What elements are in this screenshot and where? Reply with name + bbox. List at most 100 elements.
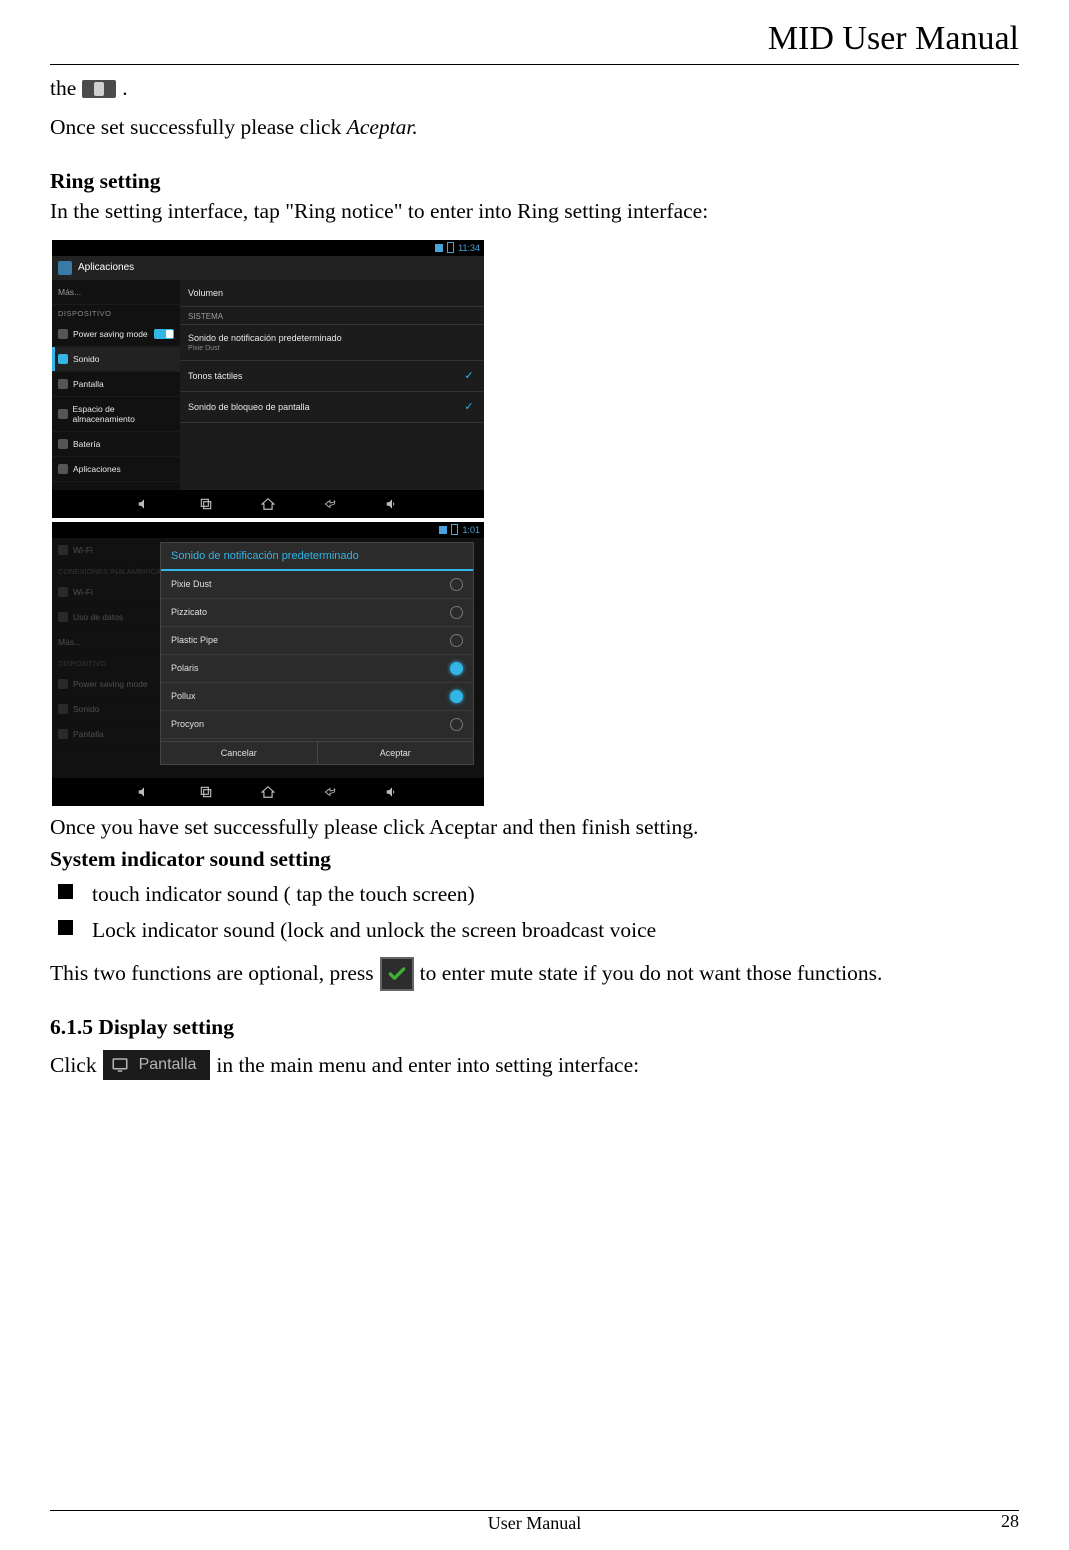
text-ring-desc: In the setting interface, tap "Ring noti… — [50, 196, 1019, 227]
sidebar-label: Más... — [58, 287, 81, 297]
radio-icon[interactable] — [450, 690, 463, 703]
heading-system-indicator: System indicator sound setting — [50, 847, 1019, 872]
screenshot-sound-settings: 11:34 Aplicaciones Más... DISPOSITIVO Po… — [52, 240, 484, 518]
dialog-item[interactable]: Pollux — [161, 683, 473, 711]
notification-sound-dialog: Sonido de notificación predeterminado Pi… — [160, 542, 474, 765]
toggle-icon[interactable] — [154, 329, 174, 339]
text-the: the — [50, 73, 76, 104]
row-label: Volumen — [188, 288, 223, 298]
back-icon[interactable] — [323, 785, 337, 799]
bg-label: Pantalla — [73, 729, 104, 739]
row-bloqueo[interactable]: Sonido de bloqueo de pantalla ✓ — [180, 392, 484, 423]
row-label: Sonido de bloqueo de pantalla — [188, 402, 310, 412]
app-title-bar: Aplicaciones — [52, 256, 484, 280]
heading-display-setting: 6.1.5 Display setting — [50, 1015, 1019, 1040]
back-icon[interactable] — [323, 497, 337, 511]
bullet-list: touch indicator sound ( tap the touch sc… — [50, 876, 1019, 949]
dialog-title: Sonido de notificación predeterminado — [161, 543, 473, 571]
row-volumen[interactable]: Volumen — [180, 280, 484, 307]
text-click-rest: in the main menu and enter into setting … — [216, 1050, 639, 1081]
dialog-item-label: Plastic Pipe — [171, 635, 218, 645]
signal-icon — [435, 244, 443, 252]
text-aceptar: Aceptar. — [347, 115, 418, 139]
sidebar-label: Aplicaciones — [73, 464, 121, 474]
dialog-ok-button[interactable]: Aceptar — [318, 742, 474, 764]
signal-icon — [439, 526, 447, 534]
wifi-icon — [58, 587, 68, 597]
vol-up-icon[interactable] — [385, 785, 399, 799]
radio-icon[interactable] — [450, 662, 463, 675]
panel-header-sistema: SISTEMA — [180, 307, 484, 325]
footer-label: User Manual — [488, 1513, 581, 1534]
page-number: 28 — [1001, 1511, 1019, 1532]
sound-icon — [58, 704, 68, 714]
text-functions-a: This two functions are optional, press — [50, 958, 374, 989]
status-bar: 1:01 — [52, 522, 484, 538]
sidebar-item-espacio[interactable]: Espacio de almacenamiento — [52, 397, 180, 432]
radio-icon[interactable] — [450, 578, 463, 591]
dialog-buttons: Cancelar Aceptar — [161, 741, 473, 764]
check-icon[interactable]: ✓ — [462, 400, 476, 414]
battery-menu-icon — [58, 439, 68, 449]
power-icon — [58, 329, 68, 339]
dialog-cancel-button[interactable]: Cancelar — [161, 742, 318, 764]
text-functions-b: to enter mute state if you do not want t… — [420, 958, 883, 989]
vol-down-icon[interactable] — [137, 497, 151, 511]
check-icon[interactable]: ✓ — [462, 369, 476, 383]
header-rule — [50, 64, 1019, 65]
pantalla-button: Pantalla — [103, 1050, 211, 1080]
radio-icon[interactable] — [450, 634, 463, 647]
radio-icon[interactable] — [450, 718, 463, 731]
nav-bar — [52, 778, 484, 806]
row-tonos[interactable]: Tonos táctiles✓ — [180, 361, 484, 392]
dialog-item[interactable]: Pixie Dust — [161, 571, 473, 599]
nav-bar — [52, 490, 484, 518]
page-header-title: MID User Manual — [50, 20, 1019, 58]
recent-icon[interactable] — [199, 497, 213, 511]
data-icon — [58, 612, 68, 622]
display-icon — [111, 1056, 129, 1074]
power-icon — [58, 679, 68, 689]
row-sublabel: Pixie Dust — [188, 345, 342, 352]
dialog-item[interactable]: Plastic Pipe — [161, 627, 473, 655]
apps-icon — [58, 464, 68, 474]
dialog-list: Pixie Dust Pizzicato Plastic Pipe Polari… — [161, 571, 473, 741]
settings-panel: Volumen SISTEMA Sonido de notificación p… — [180, 280, 484, 490]
bg-label: Power saving mode — [73, 679, 148, 689]
bullet-item: touch indicator sound ( tap the touch sc… — [50, 876, 1019, 913]
bg-label: Uso de datos — [73, 612, 123, 622]
sound-icon — [58, 354, 68, 364]
sidebar-label: Power saving mode — [73, 329, 148, 339]
dialog-item[interactable]: Pizzicato — [161, 599, 473, 627]
wifi-icon — [58, 545, 68, 555]
dialog-item[interactable]: Procyon — [161, 711, 473, 739]
dialog-item-label: Pixie Dust — [171, 579, 212, 589]
sidebar-item-bateria[interactable]: Batería — [52, 432, 180, 457]
sidebar-item-power[interactable]: Power saving mode — [52, 322, 180, 347]
sidebar-item-sonido[interactable]: Sonido — [52, 347, 180, 372]
vol-up-icon[interactable] — [385, 497, 399, 511]
text-period: . — [122, 73, 127, 104]
sidebar-item-mas[interactable]: Más... — [52, 280, 180, 305]
row-notificacion[interactable]: Sonido de notificación predeterminadoPix… — [180, 325, 484, 361]
dialog-item-label: Procyon — [171, 719, 204, 729]
sidebar-item-pantalla[interactable]: Pantalla — [52, 372, 180, 397]
sidebar-header-dispositivo: DISPOSITIVO — [52, 305, 180, 322]
status-bar: 11:34 — [52, 240, 484, 256]
text-after-shots: Once you have set successfully please cl… — [50, 812, 1019, 843]
vol-down-icon[interactable] — [137, 785, 151, 799]
recent-icon[interactable] — [199, 785, 213, 799]
text-once-set-a: Once set successfully please click — [50, 115, 347, 139]
radio-icon[interactable] — [450, 606, 463, 619]
dialog-item[interactable]: Polaris — [161, 655, 473, 683]
sidebar-label: Sonido — [73, 354, 99, 364]
page-footer: User Manual 28 — [50, 1510, 1019, 1534]
bg-label: Wi-Fi — [73, 545, 93, 555]
status-time: 1:01 — [462, 525, 480, 535]
home-icon[interactable] — [261, 497, 275, 511]
checkbox-icon — [380, 957, 414, 991]
home-icon[interactable] — [261, 785, 275, 799]
text-click: Click — [50, 1050, 97, 1081]
app-icon — [58, 261, 72, 275]
sidebar-item-apps[interactable]: Aplicaciones — [52, 457, 180, 482]
